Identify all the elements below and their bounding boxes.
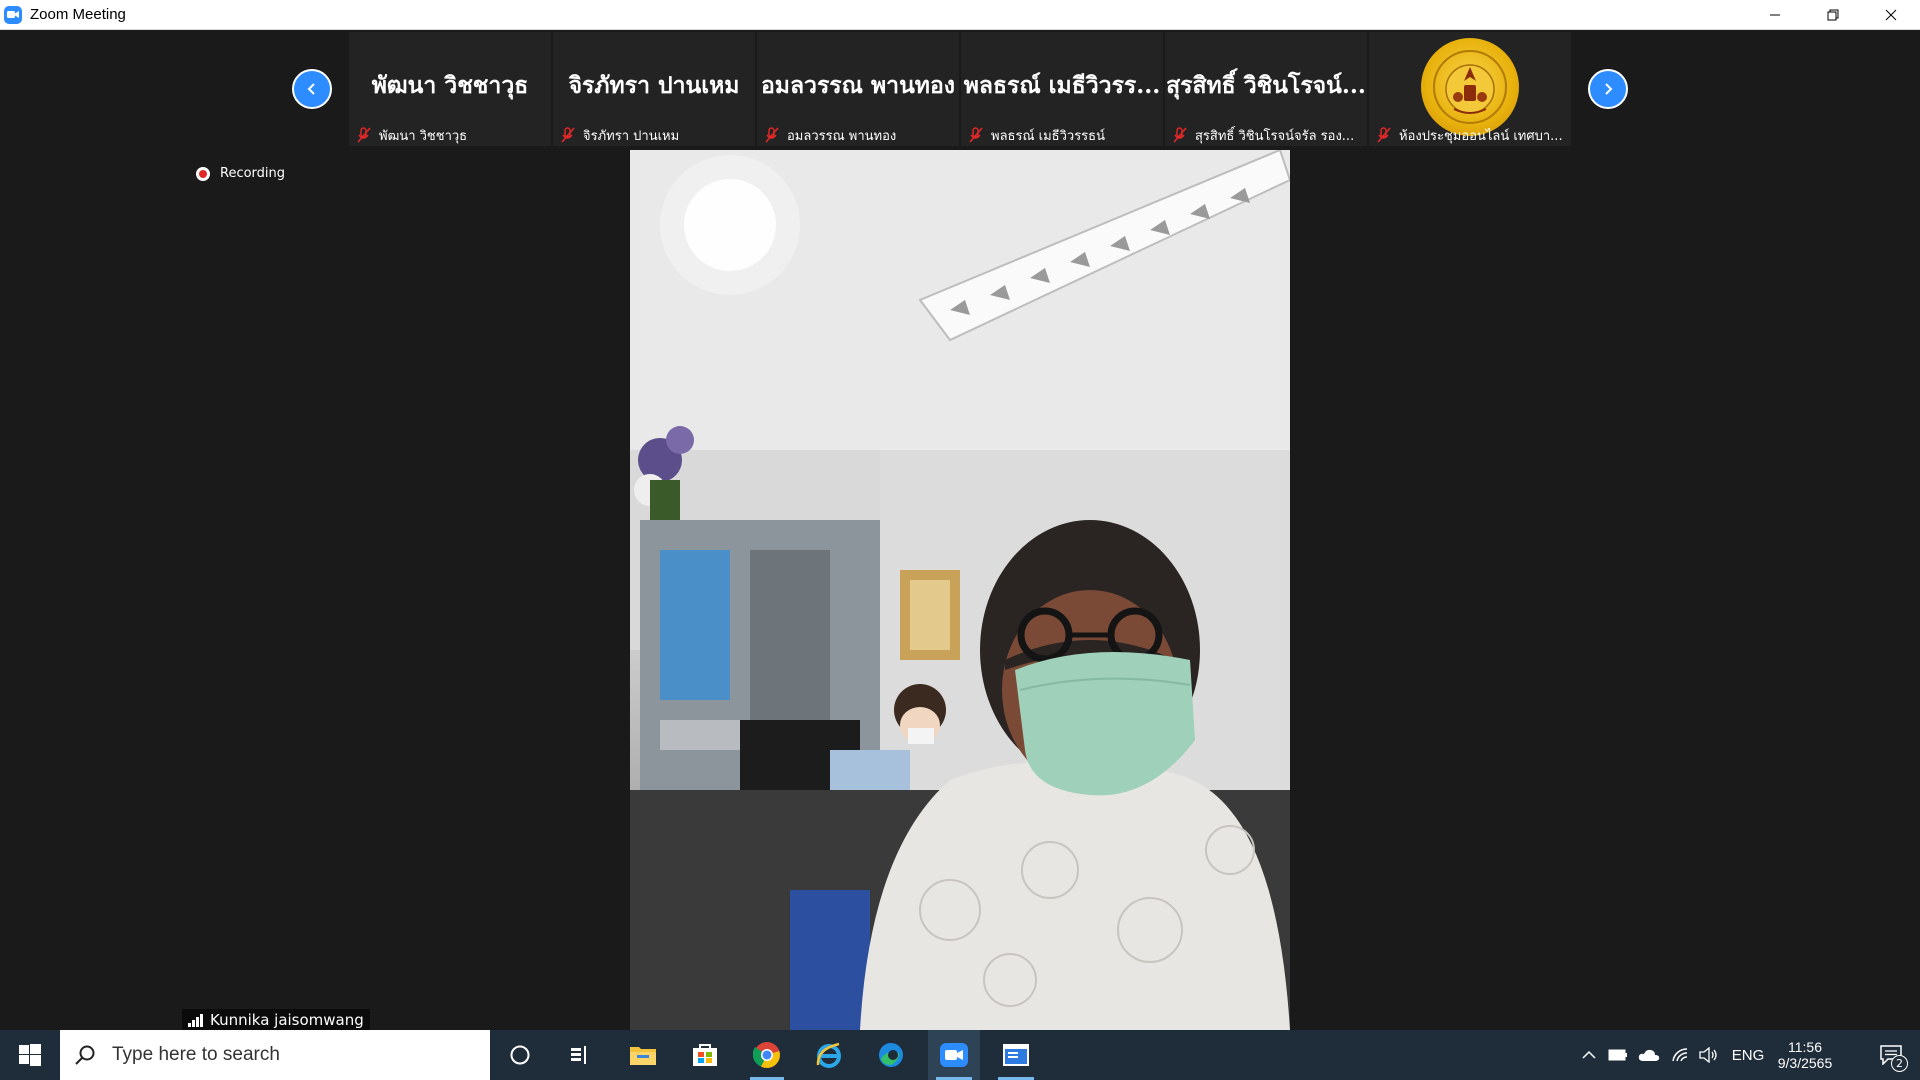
windows-logo-icon (19, 1044, 41, 1066)
participant-name: อมลวรรณ พานทอง (787, 128, 897, 144)
participant-display-name: พัฒนา วิชชาวุธ (371, 72, 529, 99)
action-center-button[interactable]: 2 (1866, 1030, 1916, 1080)
gallery-prev-button[interactable] (292, 69, 332, 109)
gallery-next-button[interactable] (1588, 69, 1628, 109)
chevron-right-icon (1605, 83, 1613, 95)
file-explorer-button[interactable] (618, 1030, 668, 1080)
zoom-camera-icon (4, 5, 22, 24)
task-view-icon (571, 1046, 586, 1064)
window-title: Zoom Meeting (30, 6, 126, 23)
participant-display-name: สุรสิทธิ์ วิชินโรจน์... (1166, 72, 1366, 99)
chrome-icon (753, 1042, 780, 1068)
battery-icon (1608, 1049, 1627, 1061)
participant-tile[interactable]: ห้องประชุมออนไลน์ เทศบา... (1369, 32, 1571, 146)
municipal-seal-logo (1421, 38, 1519, 136)
window-controls (1746, 0, 1920, 29)
close-icon (1885, 9, 1897, 20)
zoom-button[interactable] (928, 1030, 980, 1080)
chevron-up-icon (1582, 1050, 1596, 1059)
recording-indicator[interactable]: Recording (196, 166, 285, 181)
participant-display-name: พลธรณ์ เมธีวิวรร... (963, 72, 1161, 99)
show-hidden-icons-button[interactable] (1578, 1030, 1600, 1080)
clock-date: 9/3/2565 (1777, 1055, 1833, 1071)
speaker-icon (1699, 1047, 1717, 1063)
cortana-button[interactable] (495, 1030, 545, 1080)
chevron-left-icon (307, 83, 315, 95)
participant-tile[interactable]: จิรภัทรา ปานเหม จิรภัทรา ปานเหม (553, 32, 755, 146)
start-button[interactable] (0, 1030, 60, 1080)
participant-name: สุรสิทธิ์ วิชินโรจน์จรัล รอง... (1195, 128, 1355, 144)
mic-muted-icon (969, 127, 983, 143)
zoom-icon (940, 1043, 968, 1067)
taskbar: Type here to search ENG (0, 1030, 1920, 1080)
onedrive-button[interactable] (1636, 1030, 1662, 1080)
participant-name: ห้องประชุมออนไลน์ เทศบา... (1399, 128, 1563, 144)
search-icon (75, 1045, 95, 1065)
participant-tile[interactable]: อมลวรรณ พานทอง อมลวรรณ พานทอง (757, 32, 959, 146)
record-icon (196, 166, 210, 181)
file-explorer-icon (630, 1047, 656, 1065)
speaker-name-label: Kunnika jaisomwang (182, 1009, 370, 1031)
task-view-button[interactable] (555, 1030, 605, 1080)
minimize-button[interactable] (1746, 0, 1804, 29)
edge-button[interactable] (866, 1030, 916, 1080)
participant-tile[interactable]: พัฒนา วิชชาวุธ พัฒนา วิชชาวุธ (349, 32, 551, 146)
volume-button[interactable] (1696, 1030, 1722, 1080)
store-button[interactable] (680, 1030, 730, 1080)
network-button[interactable] (1668, 1030, 1692, 1080)
window-app-button[interactable] (990, 1030, 1042, 1080)
onedrive-cloud-icon (1638, 1049, 1660, 1061)
recording-label: Recording (220, 166, 286, 181)
taskbar-clock[interactable]: 11:56 9/3/2565 (1760, 1030, 1850, 1080)
participant-name: พลธรณ์ เมธีวิวรรธน์ (991, 128, 1105, 144)
participant-display-name: อมลวรรณ พานทอง (760, 72, 956, 99)
mic-muted-icon (765, 127, 779, 143)
restore-button[interactable] (1804, 0, 1862, 29)
video-frame (630, 150, 1290, 1030)
search-placeholder: Type here to search (112, 1044, 280, 1065)
participant-display-name: จิรภัทรา ปานเหม (568, 72, 740, 99)
edge-icon (879, 1043, 903, 1067)
internet-explorer-icon (816, 1042, 841, 1068)
active-speaker-video[interactable] (630, 150, 1290, 1030)
battery-button[interactable] (1606, 1030, 1630, 1080)
window-icon (1003, 1044, 1029, 1066)
clock-time: 11:56 (1788, 1039, 1822, 1055)
participant-name: จิรภัทรา ปานเหม (583, 128, 680, 144)
search-box[interactable]: Type here to search (60, 1030, 490, 1080)
participant-name: พัฒนา วิชชาวุธ (379, 128, 468, 144)
speaker-name: Kunnika jaisomwang (210, 1011, 364, 1029)
chrome-button[interactable] (742, 1030, 792, 1080)
cortana-icon (510, 1045, 530, 1065)
mic-muted-icon (561, 127, 575, 143)
title-bar: Zoom Meeting (0, 0, 1920, 30)
mic-muted-icon (1173, 127, 1187, 143)
restore-icon (1827, 9, 1839, 20)
wifi-icon (1672, 1048, 1688, 1062)
mic-muted-icon (357, 127, 371, 143)
store-icon (693, 1044, 717, 1066)
signal-strength-icon (188, 1014, 203, 1027)
notification-count: 2 (1891, 1055, 1908, 1072)
close-button[interactable] (1862, 0, 1920, 29)
mic-muted-icon (1377, 127, 1391, 143)
internet-explorer-button[interactable] (804, 1030, 854, 1080)
participant-tile[interactable]: พลธรณ์ เมธีวิวรร... พลธรณ์ เมธีวิวรรธน์ (961, 32, 1163, 146)
minimize-icon (1770, 14, 1780, 15)
participant-tile[interactable]: สุรสิทธิ์ วิชินโรจน์... สุรสิทธิ์ วิชินโ… (1165, 32, 1367, 146)
